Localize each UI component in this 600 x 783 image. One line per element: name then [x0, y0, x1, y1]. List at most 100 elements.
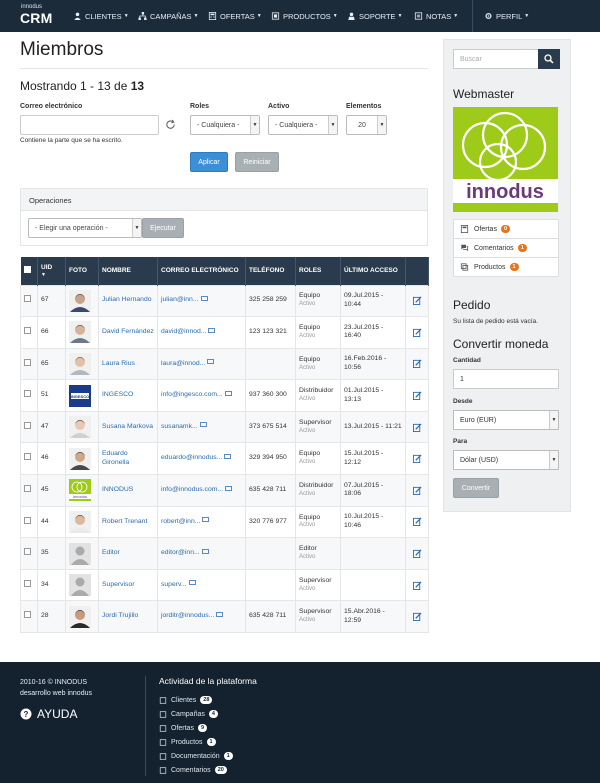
- row-select-cell[interactable]: [20, 379, 38, 412]
- quantity-input[interactable]: 1: [453, 369, 559, 389]
- row-checkbox[interactable]: [24, 548, 31, 556]
- reset-button[interactable]: Reiniciar: [235, 152, 279, 172]
- row-select-cell[interactable]: [20, 505, 38, 539]
- member-email-link[interactable]: robert@inn...: [161, 518, 200, 525]
- row-select-cell[interactable]: [20, 442, 38, 476]
- member-name-link[interactable]: INGESCO: [102, 391, 133, 398]
- activity-item[interactable]: Productos 1: [159, 735, 233, 749]
- envelope-icon[interactable]: [199, 422, 207, 428]
- operation-select[interactable]: - Elegir una operación - ▼: [28, 218, 142, 238]
- avatar[interactable]: [69, 289, 95, 312]
- row-select-cell[interactable]: [20, 347, 38, 381]
- row-select-cell[interactable]: [20, 600, 38, 634]
- activity-item[interactable]: Documentación 1: [159, 749, 233, 763]
- edit-icon[interactable]: [412, 359, 422, 369]
- sidebar-link-productos[interactable]: Productos 1: [453, 257, 559, 277]
- edit-icon[interactable]: [412, 454, 422, 464]
- member-email-link[interactable]: info@ingesco.com...: [161, 391, 223, 398]
- row-select-cell[interactable]: [20, 316, 38, 349]
- edit-icon[interactable]: [412, 612, 422, 622]
- to-currency-select[interactable]: Dólar (USD) ▼: [453, 450, 559, 470]
- row-select-cell[interactable]: [20, 284, 38, 318]
- nav-productos[interactable]: PRODUCTOS ▼: [265, 0, 344, 32]
- avatar[interactable]: [69, 321, 95, 344]
- edit-icon[interactable]: [412, 581, 422, 590]
- help-link[interactable]: ? AYUDA: [20, 707, 77, 721]
- footer-copy-line2[interactable]: desarrollo web innodus: [20, 689, 92, 700]
- member-email-link[interactable]: laura@innod...: [161, 360, 205, 367]
- envelope-icon[interactable]: [224, 390, 232, 396]
- member-name-link[interactable]: Laura Rius: [102, 360, 135, 367]
- member-email-link[interactable]: info@innodus.com...: [161, 486, 223, 493]
- nav-notas[interactable]: NOTAS ▼: [408, 0, 464, 32]
- envelope-icon[interactable]: [208, 327, 216, 333]
- member-name-link[interactable]: INNODUS: [102, 486, 133, 493]
- select-all-checkbox[interactable]: [23, 266, 31, 274]
- col-email[interactable]: CORREO ELECTRÓNICO: [157, 257, 246, 285]
- sidebar-search-input[interactable]: Buscar: [453, 49, 539, 69]
- avatar[interactable]: [69, 352, 95, 375]
- row-checkbox[interactable]: [24, 579, 31, 587]
- row-checkbox[interactable]: [24, 421, 31, 429]
- row-checkbox[interactable]: [24, 453, 31, 461]
- avatar[interactable]: [69, 447, 95, 470]
- select-all-cell[interactable]: [20, 257, 38, 285]
- nav-campanas[interactable]: CAMPAÑAS ▼: [132, 0, 205, 32]
- avatar[interactable]: INGESCO: [69, 384, 95, 407]
- row-select-cell[interactable]: [20, 568, 38, 602]
- row-checkbox[interactable]: [24, 516, 31, 524]
- edit-icon[interactable]: [412, 517, 422, 527]
- sidebar-link-ofertas[interactable]: Ofertas 0: [453, 219, 559, 239]
- row-select-cell[interactable]: [20, 410, 38, 444]
- member-name-link[interactable]: Julian Hernando: [102, 296, 152, 303]
- avatar[interactable]: [69, 542, 95, 565]
- envelope-icon[interactable]: [201, 548, 209, 554]
- avatar[interactable]: [69, 416, 95, 439]
- search-button[interactable]: [538, 49, 560, 69]
- envelope-icon[interactable]: [188, 580, 196, 586]
- member-email-link[interactable]: julian@inn...: [161, 296, 199, 303]
- convert-button[interactable]: Convertir: [453, 478, 499, 498]
- row-checkbox[interactable]: [24, 358, 31, 366]
- roles-select[interactable]: - Cualquiera - ▼: [190, 115, 260, 135]
- member-email-link[interactable]: eduardo@innodus...: [161, 454, 222, 461]
- edit-icon[interactable]: [412, 328, 422, 337]
- col-uid[interactable]: UID ▼: [37, 257, 66, 285]
- edit-icon[interactable]: [412, 391, 422, 401]
- envelope-icon[interactable]: [202, 517, 210, 523]
- activity-item[interactable]: Clientes 28: [159, 693, 233, 707]
- row-checkbox[interactable]: [24, 326, 31, 334]
- row-checkbox[interactable]: [24, 611, 31, 619]
- brand-logo[interactable]: innodus CRM: [0, 0, 58, 32]
- avatar[interactable]: [69, 510, 95, 533]
- nav-clientes[interactable]: CLIENTES ▼: [67, 0, 135, 32]
- member-name-link[interactable]: Susana Markova: [102, 423, 153, 430]
- items-select[interactable]: 20 ▼: [346, 115, 387, 135]
- edit-icon[interactable]: [412, 549, 422, 559]
- refresh-icon[interactable]: [165, 119, 176, 130]
- member-name-link[interactable]: Editor: [102, 549, 120, 556]
- edit-icon[interactable]: [412, 423, 422, 432]
- member-email-link[interactable]: david@innod...: [161, 328, 206, 335]
- row-select-cell[interactable]: [20, 537, 38, 570]
- member-name-link[interactable]: Supervisor: [102, 581, 135, 588]
- member-email-link[interactable]: superv...: [161, 581, 187, 588]
- email-filter-input[interactable]: [20, 115, 159, 135]
- member-name-link[interactable]: Jordi Trujillo: [102, 612, 138, 619]
- envelope-icon[interactable]: [216, 612, 224, 618]
- member-name-link[interactable]: David Fernández: [102, 328, 154, 335]
- edit-icon[interactable]: [412, 486, 422, 495]
- col-last-access[interactable]: ÚLTIMO ACCESO: [340, 257, 406, 285]
- col-name[interactable]: NOMBRE: [98, 257, 158, 285]
- activity-item[interactable]: Campañas 4: [159, 707, 233, 721]
- envelope-icon[interactable]: [225, 485, 233, 491]
- avatar[interactable]: [69, 574, 95, 597]
- activity-item[interactable]: Ofertas 9: [159, 721, 233, 735]
- sidebar-link-comentarios[interactable]: Comentarios 1: [453, 238, 559, 258]
- active-select[interactable]: - Cualquiera - ▼: [268, 115, 338, 135]
- member-email-link[interactable]: editor@inn...: [161, 549, 200, 556]
- edit-icon[interactable]: [412, 296, 422, 306]
- nav-ofertas[interactable]: OFERTAS ▼: [202, 0, 268, 32]
- row-checkbox[interactable]: [24, 390, 31, 398]
- member-email-link[interactable]: susanamk...: [161, 423, 198, 430]
